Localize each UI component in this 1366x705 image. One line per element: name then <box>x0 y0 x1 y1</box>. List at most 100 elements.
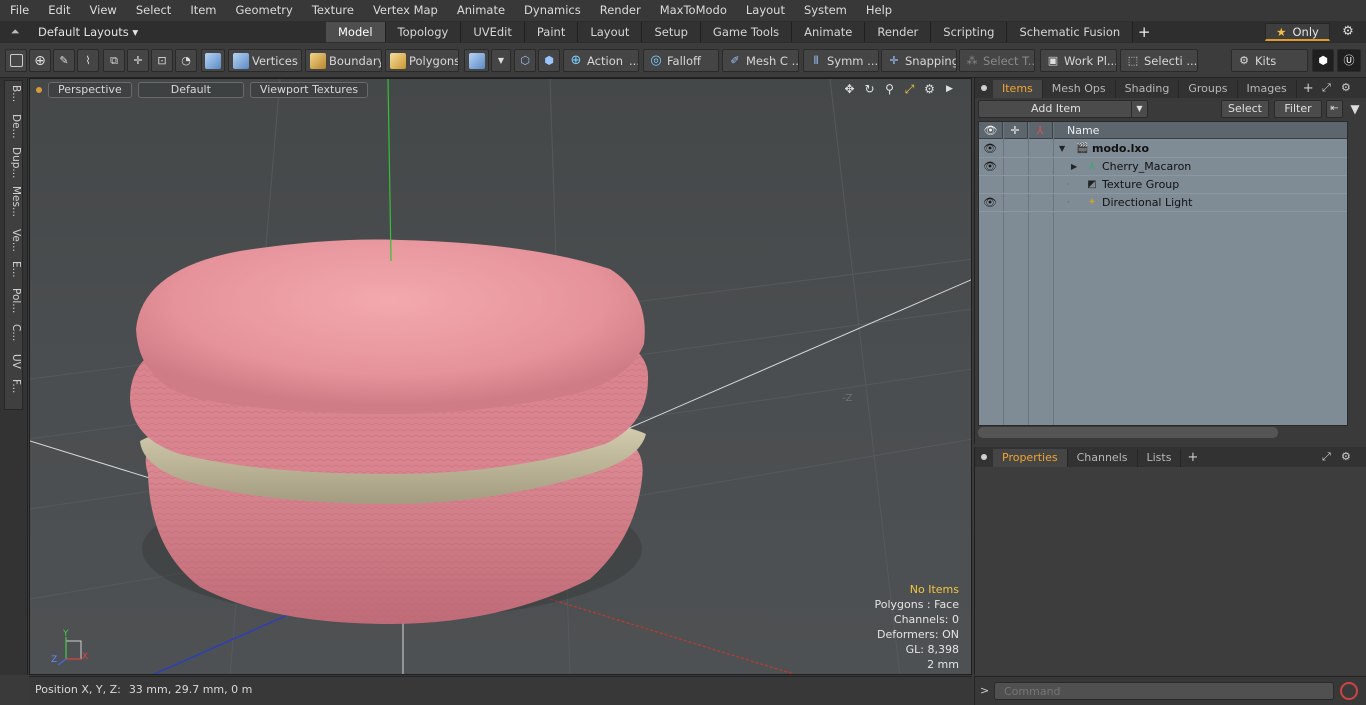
move-button[interactable]: ✛ <box>127 49 149 72</box>
tab-properties[interactable]: Properties <box>993 449 1068 467</box>
lock-column-icon[interactable]: ✛ <box>1003 122 1028 139</box>
zoom-icon[interactable]: ⚲ <box>882 82 897 97</box>
left-tab-curve[interactable]: C... <box>5 324 22 341</box>
menu-dynamics[interactable]: Dynamics <box>514 0 590 21</box>
menu-help[interactable]: Help <box>856 0 901 21</box>
layout-dropdown[interactable]: Default Layouts ▾ <box>30 23 146 41</box>
tree-row-texture-group[interactable]: · ◩ Texture Group <box>979 176 1347 194</box>
name-column-header[interactable]: Name <box>1053 122 1347 139</box>
left-tab-uv[interactable]: UV <box>5 354 22 369</box>
tab-game-tools[interactable]: Game Tools <box>700 22 793 42</box>
kits-button[interactable]: ⚙ Kits <box>1231 49 1308 72</box>
falloff-button[interactable]: ◎ Falloff <box>643 49 719 72</box>
tab-mesh-ops[interactable]: Mesh Ops <box>1043 80 1116 98</box>
tree-row-scene[interactable]: 👁 ▼ 🎬 modo.lxo <box>979 140 1347 158</box>
eye-icon[interactable]: 👁 <box>983 142 997 156</box>
menu-geometry[interactable]: Geometry <box>226 0 302 21</box>
only-button[interactable]: ★ Only <box>1265 23 1330 41</box>
left-tab-duplicate[interactable]: Dup... <box>5 147 22 178</box>
properties-options-dot-icon[interactable] <box>981 454 987 460</box>
select-through-button[interactable]: ⁂ Select T... <box>959 49 1035 72</box>
symmetry-button[interactable]: ⫴ Symm ... <box>803 49 879 72</box>
scale-button[interactable]: ⊡ <box>151 49 173 72</box>
polygons-button[interactable]: Polygons <box>385 49 459 72</box>
command-input[interactable] <box>994 682 1334 700</box>
unity-button[interactable]: ⬢ <box>1312 49 1334 72</box>
viewport-menu-arrow-icon[interactable]: ▶ <box>942 82 957 97</box>
menu-animate[interactable]: Animate <box>447 0 514 21</box>
properties-expand-icon[interactable]: ⤢ <box>1322 450 1331 464</box>
record-macro-button[interactable] <box>1340 682 1358 700</box>
tab-shading[interactable]: Shading <box>1116 80 1180 98</box>
material-button[interactable] <box>464 49 489 72</box>
layout-up-icon[interactable]: ⏶ <box>8 25 22 39</box>
items-mode-button[interactable] <box>201 49 225 72</box>
left-tab-fusion[interactable]: F... <box>5 379 22 393</box>
menu-item[interactable]: Item <box>180 0 225 21</box>
menu-layout[interactable]: Layout <box>736 0 794 21</box>
visibility-column-eye-icon[interactable]: 👁 <box>979 122 1003 139</box>
menu-select[interactable]: Select <box>126 0 180 21</box>
command-chevron-icon[interactable]: > <box>980 684 989 697</box>
expand-arrow-icon[interactable]: ▼ <box>1059 142 1069 156</box>
tab-uvedit[interactable]: UVEdit <box>461 22 525 42</box>
left-tab-mesh-edit[interactable]: Mes... <box>5 186 22 217</box>
select-button[interactable]: Select <box>1221 100 1269 118</box>
tree-horizontal-scrollbar[interactable] <box>978 427 1278 438</box>
tab-topology[interactable]: Topology <box>385 22 462 42</box>
left-tab-vertex[interactable]: Ve... <box>5 229 22 252</box>
symmetry-x-button[interactable]: ⬡ <box>514 49 536 72</box>
unreal-button[interactable]: Ⓤ <box>1337 49 1361 72</box>
boundary-button[interactable]: Boundary <box>305 49 382 72</box>
gear-icon[interactable]: ⚙ <box>1338 23 1358 41</box>
view-mode-button[interactable]: Perspective <box>48 82 132 98</box>
funnel-icon[interactable]: ▼ <box>1347 101 1363 117</box>
tree-vertical-scrollbar[interactable] <box>1349 121 1361 426</box>
symmetry-y-button[interactable]: ⬢ <box>538 49 560 72</box>
eye-icon[interactable]: 👁 <box>983 160 997 174</box>
pan-icon[interactable]: ✥ <box>842 82 857 97</box>
add-properties-tab-icon[interactable]: + <box>1181 449 1204 467</box>
collapse-icon[interactable]: ⇤ <box>1326 100 1343 118</box>
menu-system[interactable]: System <box>794 0 856 21</box>
material-dropdown[interactable]: ▼ <box>491 49 511 72</box>
tab-layout[interactable]: Layout <box>578 22 643 42</box>
tab-channels[interactable]: Channels <box>1068 449 1138 467</box>
menu-render[interactable]: Render <box>590 0 650 21</box>
left-tab-basic[interactable]: B... <box>5 85 22 102</box>
pen-button[interactable]: ✎ <box>53 49 75 72</box>
menu-maxtomodo[interactable]: MaxToModo <box>650 0 736 21</box>
panel-options-dot-icon[interactable] <box>981 85 987 91</box>
tab-groups[interactable]: Groups <box>1179 80 1238 98</box>
menu-view[interactable]: View <box>80 0 126 21</box>
tree-row-light[interactable]: 👁 · ✦ Directional Light <box>979 194 1347 212</box>
panel-expand-icon[interactable]: ⤢ <box>1322 81 1331 95</box>
properties-gear-icon[interactable]: ⚙ <box>1341 450 1351 463</box>
work-plane-button[interactable]: ▣ Work Pl... <box>1040 49 1117 72</box>
add-item-button[interactable]: Add Item ▼ <box>978 100 1148 118</box>
tab-lists[interactable]: Lists <box>1138 449 1182 467</box>
left-tab-deform[interactable]: De... <box>5 114 22 139</box>
macaron-model[interactable] <box>130 239 649 624</box>
add-item-chevron-icon[interactable]: ▼ <box>1131 101 1147 117</box>
tab-paint[interactable]: Paint <box>524 22 579 42</box>
shading-mode-button[interactable]: Default <box>137 82 244 98</box>
action-center-button[interactable]: ⊕ Action... <box>563 49 639 72</box>
orbit-icon[interactable]: ↻ <box>862 82 877 97</box>
tab-setup[interactable]: Setup <box>642 22 701 42</box>
add-panel-tab-icon[interactable]: + <box>1297 80 1320 98</box>
globe-button[interactable]: ⊕ <box>29 49 51 72</box>
add-tab-icon[interactable]: + <box>1133 22 1155 42</box>
menu-vertex-map[interactable]: Vertex Map <box>363 0 447 21</box>
menu-texture[interactable]: Texture <box>302 0 363 21</box>
snapping-button[interactable]: ✛ Snapping <box>881 49 957 72</box>
tab-scripting[interactable]: Scripting <box>931 22 1008 42</box>
tab-model[interactable]: Model <box>326 22 386 42</box>
tab-render[interactable]: Render <box>865 22 932 42</box>
viewport-options-dot-icon[interactable] <box>36 87 42 93</box>
tab-animate[interactable]: Animate <box>792 22 866 42</box>
menu-file[interactable]: File <box>0 0 38 21</box>
mesh-constraint-button[interactable]: ✐ Mesh C ... <box>722 49 799 72</box>
maximize-icon[interactable]: ⤢ <box>902 82 917 97</box>
rotate-button[interactable]: ◔ <box>175 49 197 72</box>
